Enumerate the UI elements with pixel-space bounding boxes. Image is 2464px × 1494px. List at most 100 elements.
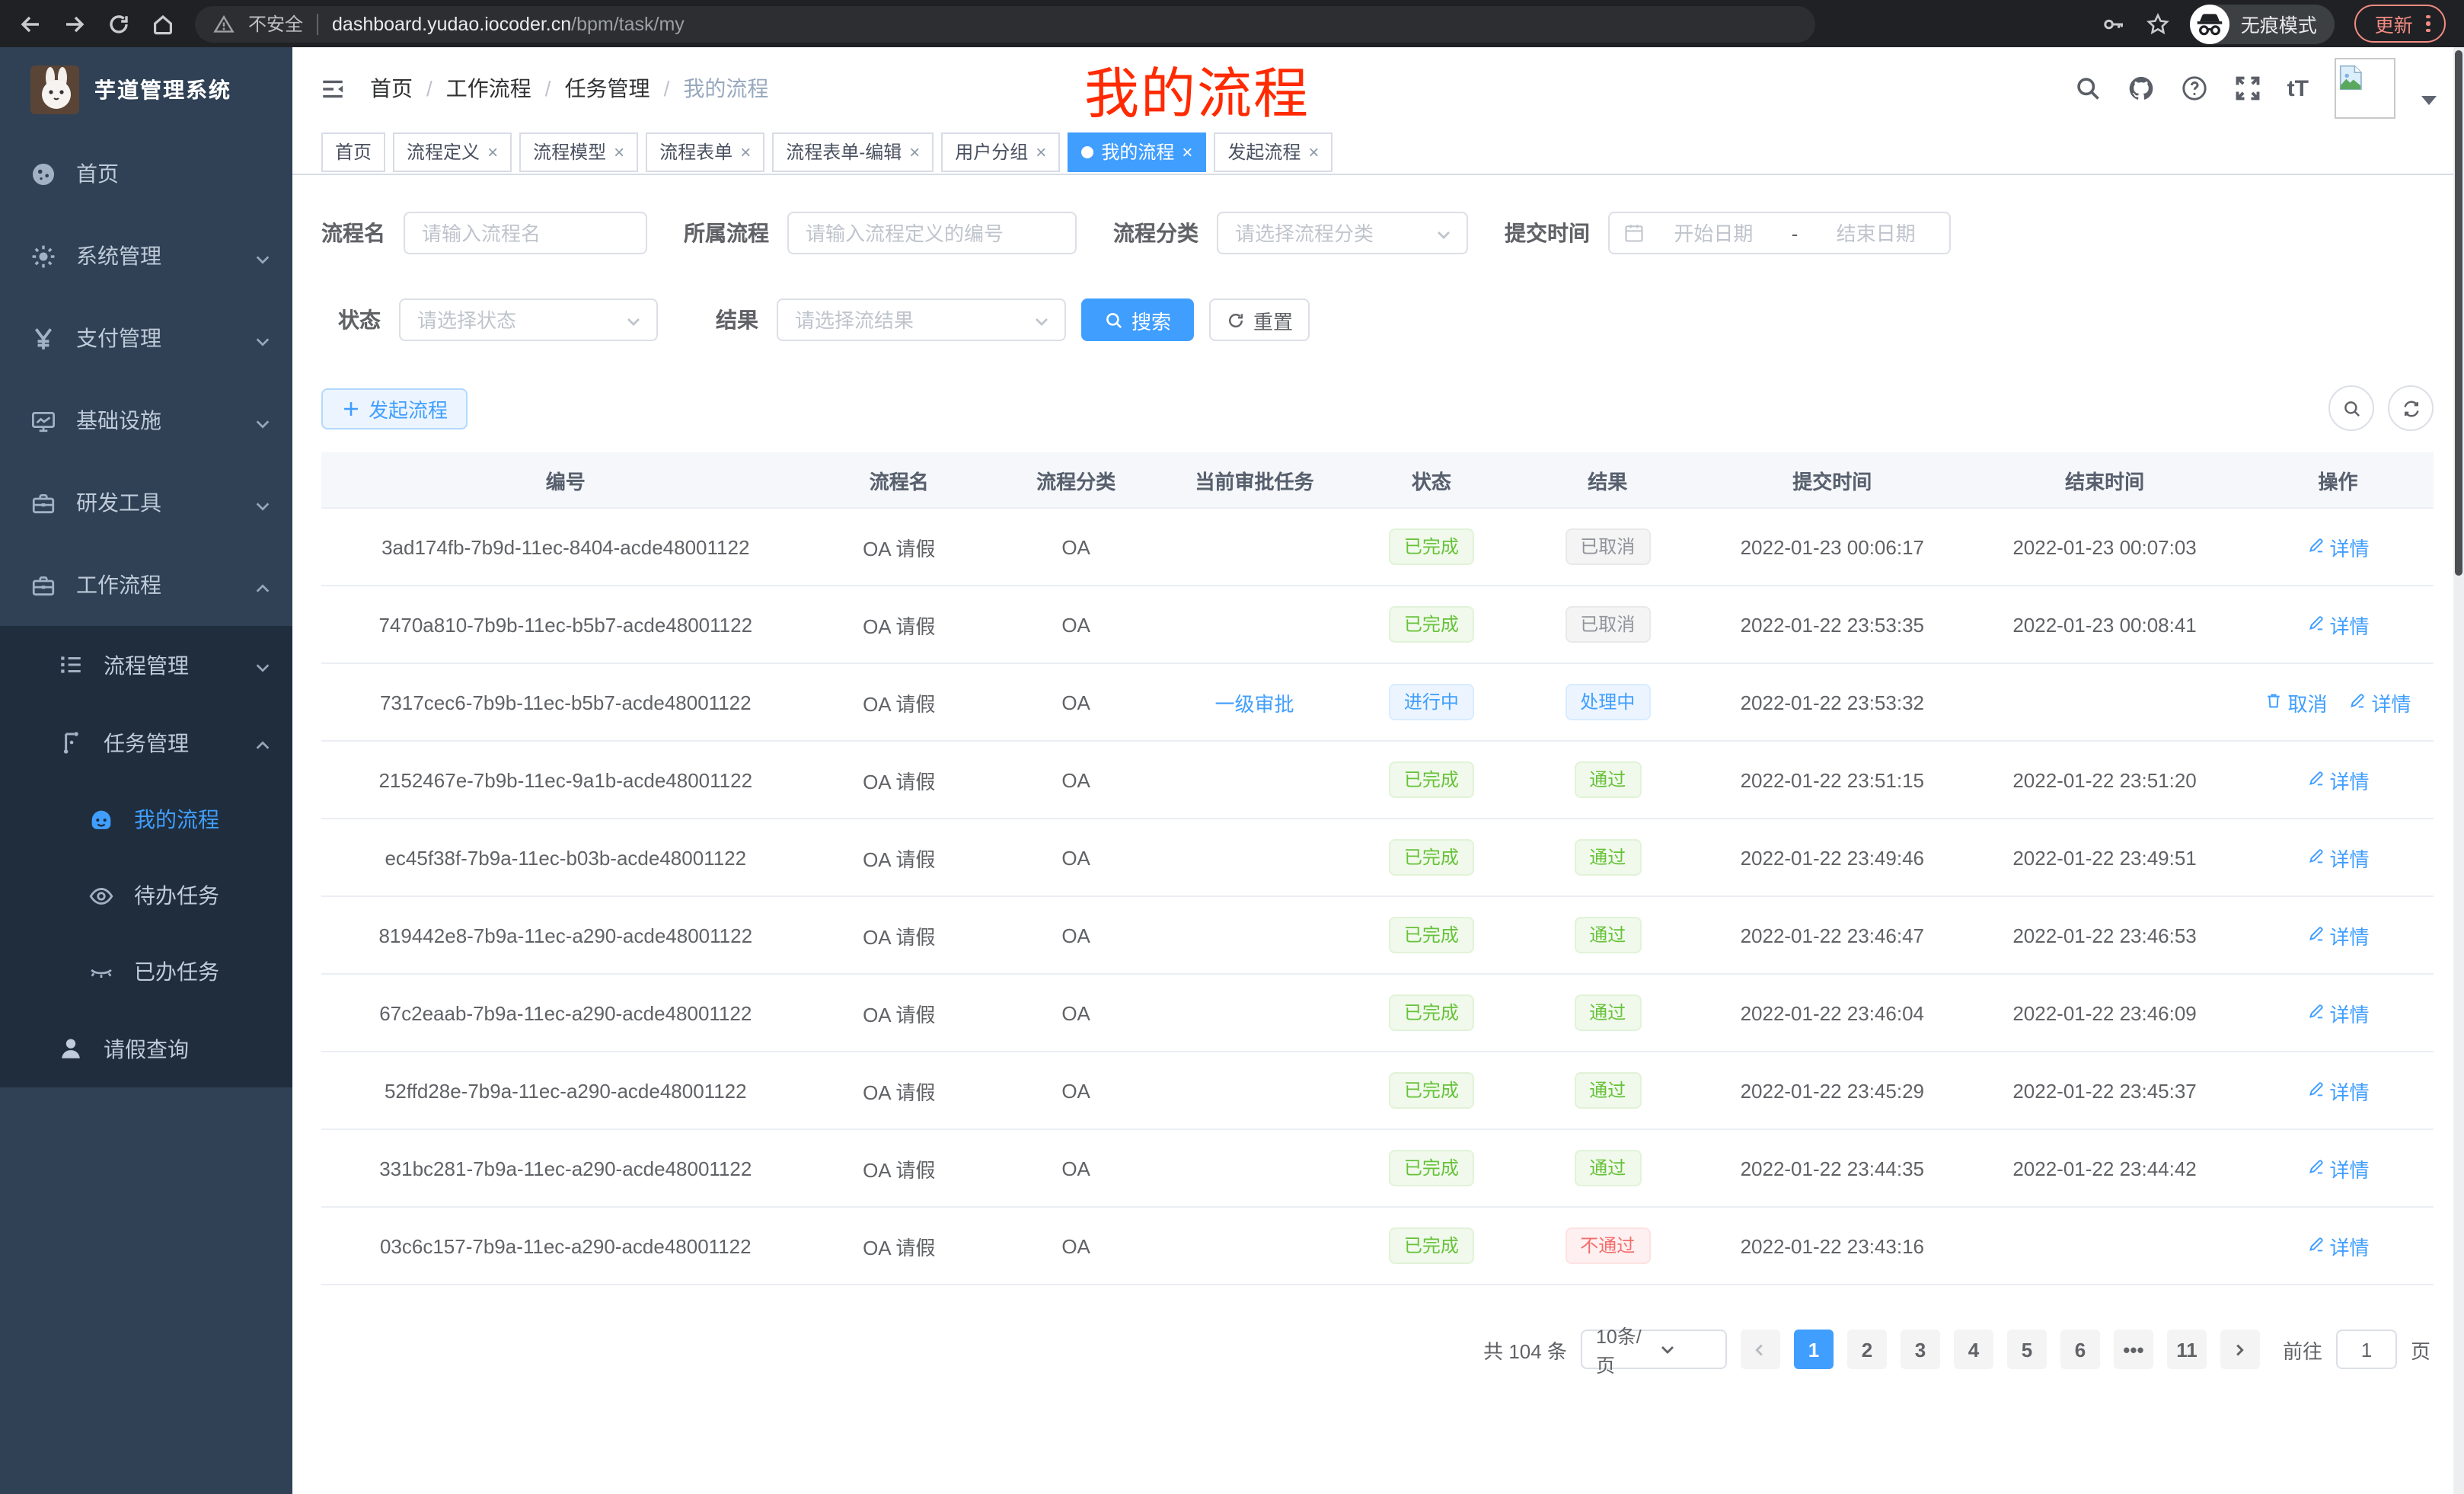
date-range-picker[interactable]: -	[1608, 212, 1951, 254]
reset-button[interactable]: 重置	[1209, 298, 1310, 341]
divider	[317, 13, 318, 34]
sidebar-item-leave-query[interactable]: 请假查询	[0, 1010, 292, 1087]
sidebar-item-workflow[interactable]: 工作流程	[0, 544, 292, 626]
close-icon[interactable]: ×	[740, 142, 751, 161]
status-select-input[interactable]	[414, 307, 615, 333]
help-icon[interactable]	[2181, 75, 2208, 102]
refresh-button[interactable]	[2388, 385, 2434, 431]
sidebar-item-my-process[interactable]: 我的流程	[0, 781, 292, 857]
sidebar-item-process-mgmt[interactable]: 流程管理	[0, 626, 292, 704]
forward-icon[interactable]	[62, 11, 87, 36]
table-tools	[2328, 385, 2434, 431]
page-3-button[interactable]: 3	[1901, 1330, 1940, 1369]
password-key-icon[interactable]	[2102, 11, 2127, 36]
page-more-button[interactable]: •••	[2114, 1330, 2153, 1369]
tab-user-group[interactable]: 用户分组×	[941, 132, 1060, 171]
sidebar-toggle-icon[interactable]	[320, 75, 346, 101]
sidebar-item-task-mgmt[interactable]: 任务管理	[0, 704, 292, 781]
sidebar-item-infra[interactable]: 基础设施	[0, 379, 292, 461]
sidebar-item-devtools[interactable]: 研发工具	[0, 461, 292, 544]
browser-menu-icon[interactable]	[2427, 14, 2430, 33]
tab-process-form[interactable]: 流程表单×	[646, 132, 764, 171]
breadcrumb-workflow[interactable]: 工作流程	[446, 73, 531, 104]
filter-row-2: 状态 结果 搜	[321, 298, 2434, 341]
close-icon[interactable]: ×	[614, 142, 624, 161]
back-icon[interactable]	[18, 11, 43, 36]
detail-link[interactable]: 详情	[2307, 921, 2370, 950]
sidebar-item-system[interactable]: 系统管理	[0, 215, 292, 297]
goto-page-input[interactable]	[2336, 1330, 2397, 1369]
tab-process-definition[interactable]: 流程定义×	[393, 132, 512, 171]
sidebar-item-home[interactable]: 首页	[0, 132, 292, 215]
not-secure-warning-icon[interactable]	[213, 13, 235, 34]
end-date-input[interactable]	[1816, 220, 1936, 246]
page-6-button[interactable]: 6	[2060, 1330, 2100, 1369]
process-name-input[interactable]	[419, 220, 632, 246]
close-icon[interactable]: ×	[909, 142, 920, 161]
bookmark-star-icon[interactable]	[2146, 11, 2171, 36]
fullscreen-icon[interactable]	[2234, 75, 2261, 102]
avatar-dropdown-caret-icon[interactable]	[2421, 96, 2437, 105]
tab-my-process[interactable]: 我的流程×	[1068, 132, 1206, 171]
detail-link[interactable]: 详情	[2307, 1076, 2370, 1105]
close-icon[interactable]: ×	[1308, 142, 1319, 161]
detail-link[interactable]: 详情	[2349, 688, 2411, 717]
show-search-toggle-button[interactable]	[2328, 385, 2374, 431]
close-icon[interactable]: ×	[1182, 142, 1192, 161]
cell-status: 已完成	[1345, 1129, 1518, 1207]
close-icon[interactable]: ×	[1036, 142, 1046, 161]
breadcrumb-home[interactable]: 首页	[370, 73, 413, 104]
detail-link[interactable]: 详情	[2307, 1154, 2370, 1183]
search-icon[interactable]	[2074, 75, 2102, 102]
search-button[interactable]: 搜索	[1081, 298, 1194, 341]
category-select[interactable]	[1217, 212, 1468, 254]
detail-link[interactable]: 详情	[2307, 765, 2370, 794]
page-4-button[interactable]: 4	[1954, 1330, 1993, 1369]
table-row: 331bc281-7b9a-11ec-a290-acde48001122OA 请…	[321, 1129, 2434, 1207]
user-avatar[interactable]	[2335, 58, 2395, 119]
chevron-down-icon	[624, 311, 643, 329]
sidebar-item-payment[interactable]: 支付管理	[0, 297, 292, 379]
url-text[interactable]: dashboard.yudao.iocoder.cn/bpm/task/my	[332, 13, 685, 34]
next-page-button[interactable]	[2220, 1330, 2260, 1369]
scrollbar-thumb[interactable]	[2455, 50, 2462, 576]
sidebar-item-todo-tasks[interactable]: 待办任务	[0, 857, 292, 934]
close-icon[interactable]: ×	[487, 142, 498, 161]
category-select-input[interactable]	[1232, 220, 1425, 246]
status-select[interactable]	[399, 298, 658, 341]
start-process-button[interactable]: 发起流程	[321, 388, 468, 429]
sidebar-item-label: 请假查询	[104, 1033, 271, 1064]
tab-process-form-edit[interactable]: 流程表单-编辑×	[772, 132, 934, 171]
github-icon[interactable]	[2127, 75, 2155, 102]
page-11-button[interactable]: 11	[2167, 1330, 2207, 1369]
detail-link[interactable]: 详情	[2307, 610, 2370, 639]
page-1-button[interactable]: 1	[1794, 1330, 1834, 1369]
detail-link[interactable]: 详情	[2307, 998, 2370, 1027]
result-select[interactable]	[777, 298, 1066, 341]
breadcrumb-task-mgmt[interactable]: 任务管理	[565, 73, 650, 104]
detail-link[interactable]: 详情	[2307, 1231, 2370, 1260]
address-bar[interactable]: 不安全 dashboard.yudao.iocoder.cn/bpm/task/…	[195, 5, 1815, 42]
detail-link[interactable]: 详情	[2307, 843, 2370, 872]
page-2-button[interactable]: 2	[1847, 1330, 1887, 1369]
reload-icon[interactable]	[107, 11, 131, 36]
security-label[interactable]: 不安全	[248, 11, 303, 37]
result-select-input[interactable]	[792, 307, 1023, 333]
home-icon[interactable]	[151, 11, 175, 36]
tab-home[interactable]: 首页	[321, 132, 385, 171]
start-date-input[interactable]	[1654, 220, 1773, 246]
detail-link[interactable]: 详情	[2307, 532, 2370, 561]
font-size-icon[interactable]: tT	[2287, 75, 2309, 101]
window-scrollbar[interactable]	[2453, 47, 2464, 1494]
sidebar-item-done-tasks[interactable]: 已办任务	[0, 934, 292, 1010]
user-icon	[58, 1036, 84, 1061]
prev-page-button[interactable]	[1741, 1330, 1780, 1369]
page-5-button[interactable]: 5	[2007, 1330, 2047, 1369]
page-size-select[interactable]: 10条/页	[1581, 1330, 1727, 1369]
update-button[interactable]: 更新	[2355, 5, 2446, 43]
tab-process-model[interactable]: 流程模型×	[519, 132, 638, 171]
current-task-link[interactable]: 一级审批	[1215, 692, 1294, 715]
owner-process-input[interactable]	[803, 220, 1061, 246]
tab-start-process[interactable]: 发起流程×	[1214, 132, 1333, 171]
cancel-link[interactable]: 取消	[2265, 688, 2327, 717]
